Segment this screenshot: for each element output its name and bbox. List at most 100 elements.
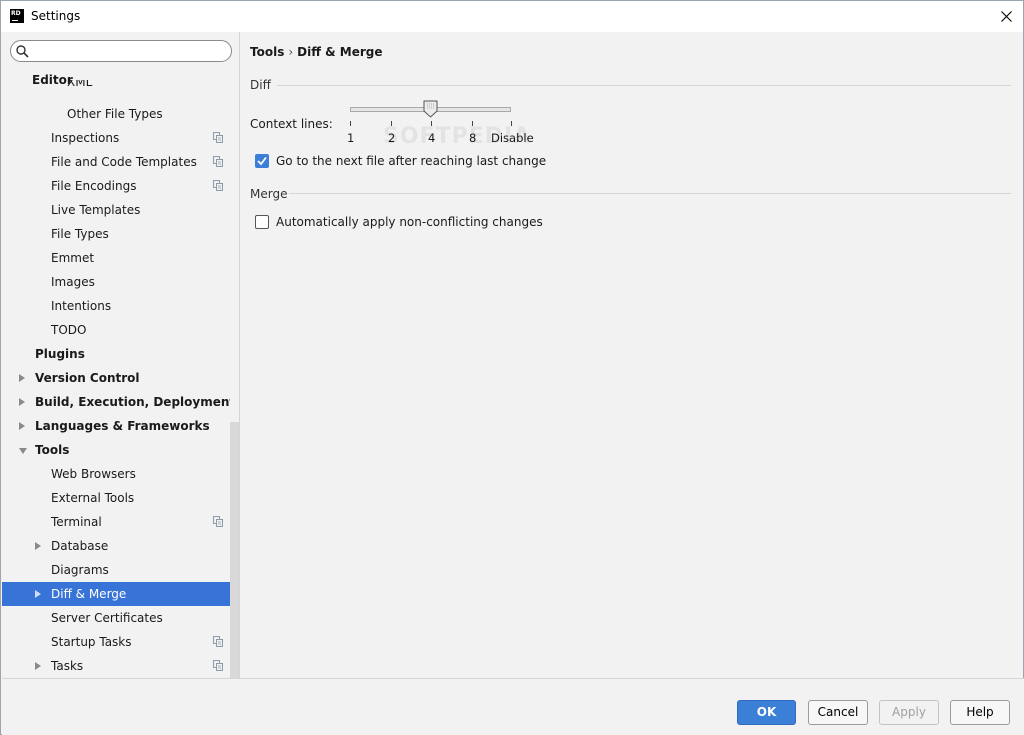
next-file-label: Go to the next file after reaching last … bbox=[276, 154, 547, 168]
project-settings-icon bbox=[213, 636, 223, 647]
sidebar-item-label: Editor bbox=[32, 73, 73, 87]
sidebar-item-build-execution-deployment[interactable]: Build, Execution, Deployment bbox=[2, 390, 230, 414]
project-settings-icon bbox=[213, 132, 223, 143]
merge-section-divider bbox=[289, 193, 1011, 194]
sidebar-item-label: Build, Execution, Deployment bbox=[35, 395, 230, 409]
expand-arrow-right-icon[interactable] bbox=[19, 422, 25, 430]
sidebar-item-inspections[interactable]: Inspections bbox=[2, 126, 230, 150]
sidebar-item-label: Startup Tasks bbox=[51, 635, 132, 649]
breadcrumb-parent[interactable]: Tools bbox=[250, 45, 284, 59]
sidebar-item-file-types[interactable]: File Types bbox=[2, 222, 230, 246]
merge-section-title: Merge bbox=[250, 187, 288, 201]
dialog-footer: OK Cancel Apply Help bbox=[2, 678, 1024, 735]
breadcrumb-separator: › bbox=[288, 45, 294, 59]
close-icon bbox=[1000, 11, 1012, 22]
sidebar-item-plugins[interactable]: Plugins bbox=[2, 342, 230, 366]
sidebar-item-server-certificates[interactable]: Server Certificates bbox=[2, 606, 230, 630]
sidebar-item-live-templates[interactable]: Live Templates bbox=[2, 198, 230, 222]
search-input[interactable] bbox=[33, 43, 223, 59]
sidebar-item-label: File and Code Templates bbox=[51, 155, 197, 169]
sidebar-item-tasks[interactable]: Tasks bbox=[2, 654, 230, 678]
sidebar-item-label: File Encodings bbox=[51, 179, 137, 193]
app-icon-text: RD bbox=[11, 10, 21, 17]
settings-tree: XML Editor Other File Types Inspections File… bbox=[2, 68, 230, 678]
project-settings-icon bbox=[213, 660, 223, 671]
project-settings-icon bbox=[213, 156, 223, 167]
search-field[interactable] bbox=[10, 40, 232, 62]
sidebar-item-label: Images bbox=[51, 275, 95, 289]
expand-arrow-right-icon[interactable] bbox=[35, 590, 41, 598]
project-settings-icon bbox=[213, 180, 223, 191]
window-title: Settings bbox=[31, 9, 81, 23]
sidebar-item-label: Live Templates bbox=[51, 203, 141, 217]
sidebar-item-startup-tasks[interactable]: Startup Tasks bbox=[2, 630, 230, 654]
sidebar-item-other-file-types[interactable]: Other File Types bbox=[2, 102, 230, 126]
sidebar-item-label: Languages & Frameworks bbox=[35, 419, 210, 433]
next-file-checkbox-row[interactable]: Go to the next file after reaching last … bbox=[255, 154, 546, 168]
slider-thumb[interactable] bbox=[423, 100, 438, 118]
next-file-checkbox[interactable] bbox=[255, 154, 269, 168]
expand-arrow-right-icon[interactable] bbox=[19, 398, 25, 406]
apply-button[interactable]: Apply bbox=[879, 700, 939, 725]
sidebar-item-terminal[interactable]: Terminal bbox=[2, 510, 230, 534]
sidebar-item-editor[interactable]: Editor bbox=[2, 68, 230, 92]
sidebar-item-label: Diagrams bbox=[51, 563, 109, 577]
sidebar-item-diagrams[interactable]: Diagrams bbox=[2, 558, 230, 582]
sidebar-item-intentions[interactable]: Intentions bbox=[2, 294, 230, 318]
breadcrumb: Tools › Diff & Merge bbox=[250, 45, 383, 59]
sidebar-item-file-encodings[interactable]: File Encodings bbox=[2, 174, 230, 198]
sidebar-item-label: Plugins bbox=[35, 347, 85, 361]
sidebar-item-label: Intentions bbox=[51, 299, 112, 313]
sidebar-item-images[interactable]: Images bbox=[2, 270, 230, 294]
sidebar-item-label: Emmet bbox=[51, 251, 95, 265]
slider-tick bbox=[350, 121, 351, 126]
sidebar-item-version-control[interactable]: Version Control bbox=[2, 366, 230, 390]
sidebar-item-emmet[interactable]: Emmet bbox=[2, 246, 230, 270]
sidebar-item-label: External Tools bbox=[51, 491, 135, 505]
expand-arrow-right-icon[interactable] bbox=[35, 662, 41, 670]
sidebar-item-label: TODO bbox=[51, 323, 87, 337]
sidebar-item-label: Tasks bbox=[51, 659, 84, 673]
checkmark-icon bbox=[257, 156, 267, 166]
sidebar-item-external-tools[interactable]: External Tools bbox=[2, 486, 230, 510]
sidebar-item-web-browsers[interactable]: Web Browsers bbox=[2, 462, 230, 486]
expand-arrow-down-icon[interactable] bbox=[19, 448, 27, 454]
sidebar-item-label: Database bbox=[51, 539, 109, 553]
sidebar-item-database[interactable]: Database bbox=[2, 534, 230, 558]
breadcrumb-current: Diff & Merge bbox=[297, 45, 383, 59]
close-button[interactable] bbox=[989, 1, 1023, 32]
diff-section-divider bbox=[277, 85, 1011, 86]
sidebar-item-file-and-code-templates[interactable]: File and Code Templates bbox=[2, 150, 230, 174]
sidebar-item-todo[interactable]: TODO bbox=[2, 318, 230, 342]
project-settings-icon bbox=[213, 516, 223, 527]
sidebar-item-label: Terminal bbox=[51, 515, 102, 529]
expand-arrow-right-icon[interactable] bbox=[19, 374, 25, 382]
sidebar-item-label: Server Certificates bbox=[51, 611, 163, 625]
watermark: SOFTPEDIA bbox=[383, 124, 532, 149]
title-bar: RD Settings bbox=[1, 1, 1023, 32]
slider-tick-label: 1 bbox=[347, 131, 355, 145]
auto-apply-label: Automatically apply non-conflicting chan… bbox=[276, 215, 543, 229]
diff-section-title: Diff bbox=[250, 78, 271, 92]
sidebar-item-label: Inspections bbox=[51, 131, 120, 145]
sidebar-item-label: File Types bbox=[51, 227, 109, 241]
settings-content: Tools › Diff & Merge Diff Context lines: 1… bbox=[241, 32, 1023, 678]
expand-arrow-right-icon[interactable] bbox=[35, 542, 41, 550]
settings-window: RD Settings XML Editor Other File Types Ins… bbox=[0, 0, 1024, 735]
sidebar-item-label: Diff & Merge bbox=[51, 587, 127, 601]
sidebar-item-label: Tools bbox=[35, 443, 70, 457]
settings-sidebar: XML Editor Other File Types Inspections File… bbox=[2, 32, 240, 678]
auto-apply-checkbox-row[interactable]: Automatically apply non-conflicting chan… bbox=[255, 215, 543, 229]
sidebar-item-diff-merge[interactable]: Diff & Merge bbox=[2, 582, 230, 606]
auto-apply-checkbox[interactable] bbox=[255, 215, 269, 229]
help-button[interactable]: Help bbox=[950, 700, 1010, 725]
ok-button[interactable]: OK bbox=[737, 700, 796, 725]
sidebar-item-label: Web Browsers bbox=[51, 467, 136, 481]
sidebar-item-languages-frameworks[interactable]: Languages & Frameworks bbox=[2, 414, 230, 438]
search-icon bbox=[16, 45, 29, 58]
context-lines-label: Context lines: bbox=[250, 117, 333, 131]
sidebar-item-tools[interactable]: Tools bbox=[2, 438, 230, 462]
sidebar-item-label: Version Control bbox=[35, 371, 140, 385]
cancel-button[interactable]: Cancel bbox=[808, 700, 868, 725]
sidebar-scrollbar[interactable] bbox=[230, 422, 239, 678]
